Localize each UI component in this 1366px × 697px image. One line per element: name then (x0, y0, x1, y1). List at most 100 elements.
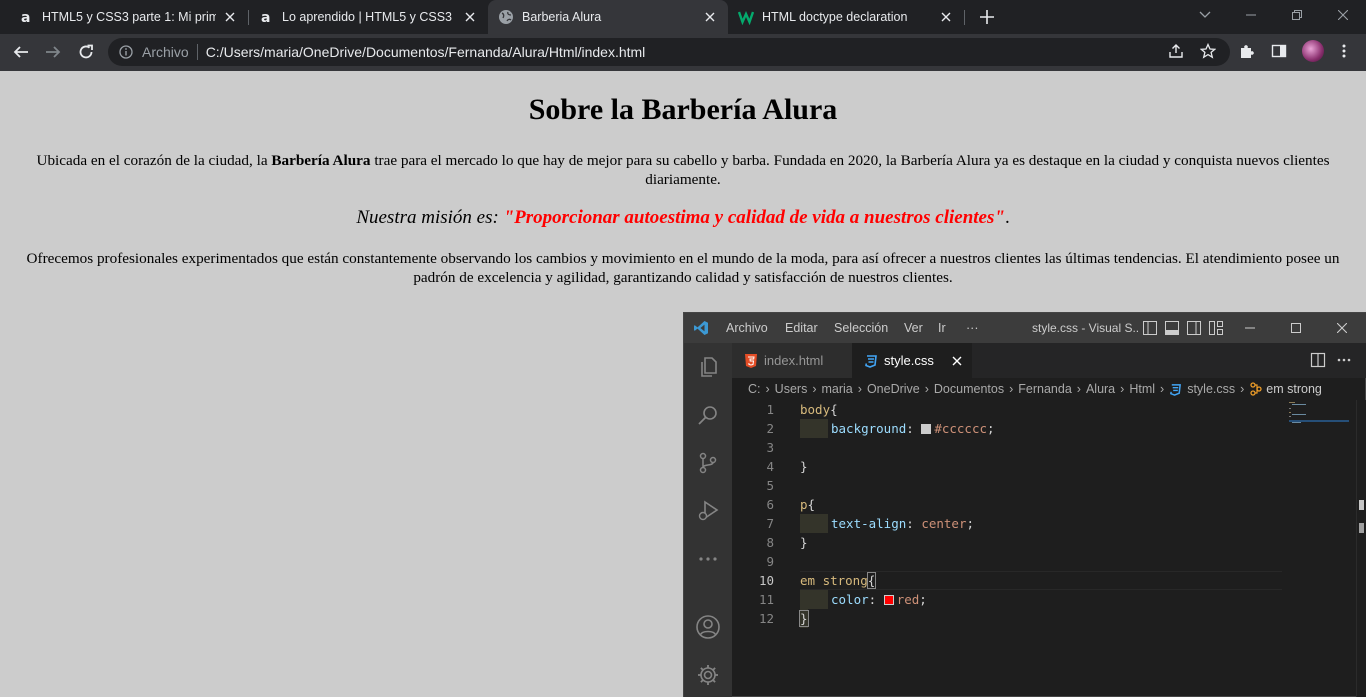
explorer-button[interactable] (684, 343, 732, 391)
tab-divider (964, 10, 965, 25)
w3schools-icon (738, 9, 754, 25)
tab-search-button[interactable] (1182, 0, 1228, 30)
search-button[interactable] (684, 391, 732, 439)
reload-button[interactable] (72, 38, 100, 66)
breadcrumb-item[interactable]: Alura (1086, 382, 1115, 396)
line-number: 8 (766, 535, 774, 550)
puzzle-icon (1241, 45, 1254, 58)
code-line: 5 (732, 476, 1282, 495)
share-button[interactable] (1165, 40, 1187, 62)
vscode-close-button[interactable] (1319, 313, 1365, 343)
restore-button[interactable] (1274, 0, 1320, 30)
code-line: 1 body{ (732, 400, 1282, 419)
minimize-button[interactable] (1228, 0, 1274, 30)
services-paragraph: Ofrecemos profesionales experimentados q… (26, 250, 1340, 286)
extensions-button[interactable] (1236, 40, 1258, 62)
mission-label: Nuestra misión es: (356, 207, 504, 228)
tab-index-html[interactable]: index.html (732, 343, 852, 378)
toggle-secondary-sidebar-icon[interactable] (1187, 321, 1201, 335)
code-text: p{ (800, 497, 815, 512)
forward-button[interactable] (39, 38, 67, 66)
brace: { (830, 402, 838, 417)
more-actions-icon[interactable] (1336, 352, 1352, 368)
manage-button[interactable] (684, 651, 732, 697)
close-tab-icon[interactable] (938, 9, 954, 25)
breadcrumb-item[interactable]: C: (748, 382, 761, 396)
brace: { (807, 497, 816, 512)
browser-tab-4[interactable]: HTML doctype declaration (720, 0, 964, 34)
close-tab-icon[interactable] (462, 9, 478, 25)
close-window-button[interactable] (1320, 0, 1366, 30)
browser-tab-1[interactable]: a HTML5 y CSS3 parte 1: Mi primer (0, 0, 248, 34)
run-debug-icon (698, 500, 719, 521)
tab-style-css[interactable]: style.css (852, 343, 972, 378)
breadcrumb-item[interactable]: Html (1129, 382, 1155, 396)
restore-icon (1292, 10, 1302, 20)
search-icon (698, 406, 717, 425)
semicolon: ; (919, 592, 927, 607)
toggle-primary-sidebar-icon[interactable] (1143, 321, 1157, 335)
side-panel-button[interactable] (1268, 40, 1290, 62)
minimap[interactable] (1289, 400, 1349, 440)
breadcrumb-item[interactable]: em strong (1266, 382, 1322, 396)
bookmark-button[interactable] (1197, 40, 1219, 62)
line-number: 7 (766, 516, 774, 531)
code-line: 12 } (732, 609, 1282, 628)
menu-seleccion[interactable]: Selección (834, 313, 888, 343)
intro-text-start: Ubicada en el corazón de la ciudad, la (36, 152, 272, 169)
css-value: center (921, 516, 967, 531)
run-debug-button[interactable] (684, 487, 732, 535)
code-text: } (800, 459, 808, 474)
source-control-button[interactable] (684, 439, 732, 487)
intro-paragraph: Ubicada en el corazón de la ciudad, la B… (20, 152, 1346, 189)
tab-title: HTML doctype declaration (762, 10, 908, 24)
close-icon (1337, 323, 1347, 333)
menu-ir[interactable]: Ir (938, 313, 946, 343)
split-editor-icon[interactable] (1310, 352, 1326, 368)
close-tab-icon[interactable] (702, 9, 718, 25)
new-tab-button[interactable] (976, 6, 998, 28)
customize-layout-icon[interactable] (1209, 321, 1223, 335)
close-tab-icon[interactable] (222, 9, 238, 25)
minimize-icon (1245, 327, 1255, 329)
color-swatch[interactable] (883, 595, 894, 605)
breadcrumb-item[interactable]: maria (822, 382, 853, 396)
alura-a-icon: a (18, 9, 34, 25)
browser-tab-2[interactable]: a Lo aprendido | HTML5 y CSS3 pa (240, 0, 488, 34)
vscode-titlebar: Archivo Editar Selección Ver Ir ··· styl… (684, 313, 1366, 343)
breadcrumb-item[interactable]: Users (775, 382, 808, 396)
scroll-marker (1359, 523, 1364, 533)
window-title: style.css - Visual S... (1032, 321, 1140, 335)
vscode-window: Archivo Editar Selección Ver Ir ··· styl… (683, 312, 1366, 697)
vscode-maximize-button[interactable] (1273, 313, 1319, 343)
more-views-button[interactable] (684, 535, 732, 583)
accounts-button[interactable] (684, 603, 732, 651)
chrome-menu-button[interactable] (1333, 40, 1355, 62)
breadcrumb-item[interactable]: style.css (1187, 382, 1235, 396)
breadcrumb-chevron-icon: › (765, 382, 770, 396)
profile-avatar[interactable] (1302, 40, 1324, 62)
menu-editar[interactable]: Editar (785, 313, 818, 343)
menu-more[interactable]: ··· (966, 313, 979, 343)
toggle-panel-icon[interactable] (1165, 321, 1179, 335)
color-swatch[interactable] (921, 424, 932, 434)
vscode-minimize-button[interactable] (1227, 313, 1273, 343)
more-horizontal-icon (699, 557, 717, 561)
breadcrumb-item[interactable]: Documentos (934, 382, 1004, 396)
breadcrumb-item[interactable]: Fernanda (1018, 382, 1072, 396)
menu-ver[interactable]: Ver (904, 313, 923, 343)
line-number: 5 (766, 478, 774, 493)
address-bar[interactable]: Archivo C:/Users/maria/OneDrive/Document… (108, 38, 1230, 66)
browser-tab-active[interactable]: Barberia Alura (488, 0, 728, 34)
breadcrumb-item[interactable]: OneDrive (867, 382, 920, 396)
line-number: 10 (758, 573, 774, 588)
maximize-icon (1291, 323, 1301, 333)
menu-archivo[interactable]: Archivo (726, 313, 768, 343)
back-button[interactable] (7, 38, 35, 66)
editor-scrollbar[interactable] (1356, 400, 1366, 697)
info-icon[interactable] (118, 44, 134, 60)
code-editor[interactable]: 1 body{ 2 background: #cccccc; 3 4 } 5 6… (732, 400, 1366, 697)
svg-text:a: a (261, 10, 270, 25)
code-text: background: #cccccc; (831, 421, 995, 436)
close-tab-icon[interactable] (952, 354, 962, 368)
